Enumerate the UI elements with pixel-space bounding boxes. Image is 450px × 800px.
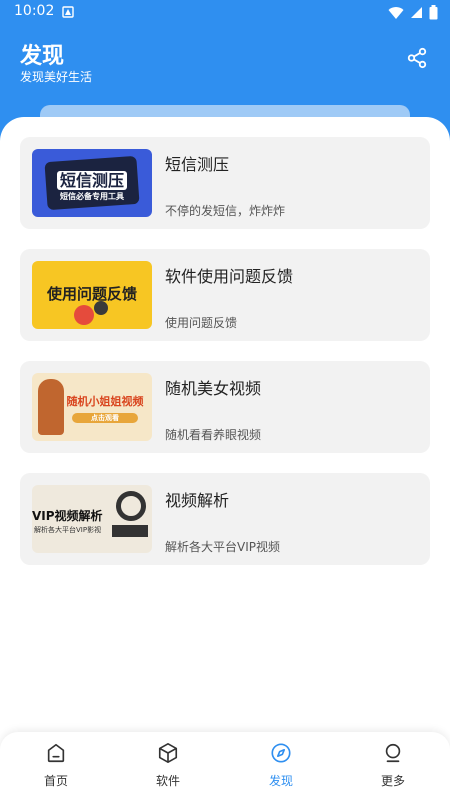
- nav-home[interactable]: 首页: [21, 742, 91, 789]
- nav-software[interactable]: 软件: [133, 742, 203, 789]
- random-video-thumb-title: 随机小姐姐视频: [66, 395, 144, 408]
- content-panel: 短信测压 短信必备专用工具 短信测压 不停的发短信，炸炸炸 使用问题反馈 软件使…: [0, 117, 450, 800]
- sms-thumb-sub: 短信必备专用工具: [60, 192, 124, 201]
- card-feedback[interactable]: 使用问题反馈 软件使用问题反馈 使用问题反馈: [20, 249, 430, 341]
- share-icon[interactable]: [406, 47, 428, 69]
- card-sms-test[interactable]: 短信测压 短信必备专用工具 短信测压 不停的发短信，炸炸炸: [20, 137, 430, 229]
- notification-icon: [62, 6, 74, 18]
- nav-software-label: 软件: [155, 774, 180, 788]
- status-bar: 10:02: [0, 0, 450, 24]
- page-subtitle: 发现美好生活: [20, 70, 93, 84]
- card-title: 软件使用问题反馈: [165, 267, 294, 286]
- card-desc: 使用问题反馈: [165, 316, 238, 330]
- nav-discover-label: 发现: [268, 774, 293, 788]
- nav-home-label: 首页: [43, 774, 68, 788]
- card-title: 视频解析: [165, 491, 230, 510]
- video-parse-thumb-title: VIP视频解析: [32, 509, 103, 523]
- wifi-icon: [388, 6, 404, 19]
- card-video-parse[interactable]: VIP视频解析 解析各大平台VIP影视 视频解析 解析各大平台VIP视频: [20, 473, 430, 565]
- card-title: 随机美女视频: [165, 379, 262, 398]
- battery-icon: [429, 5, 438, 20]
- sms-thumbnail: 短信测压 短信必备专用工具: [32, 149, 152, 217]
- nav-more-label: 更多: [380, 774, 405, 788]
- cellular-icon: [411, 7, 422, 18]
- page-title: 发现: [20, 44, 65, 69]
- card-desc: 解析各大平台VIP视频: [165, 540, 280, 554]
- more-icon: [385, 743, 401, 763]
- status-time: 10:02: [14, 3, 55, 19]
- card-desc: 不停的发短信，炸炸炸: [165, 204, 286, 218]
- compass-icon: [271, 743, 291, 763]
- cube-icon: [158, 743, 178, 763]
- sms-thumb-title: 短信测压: [56, 171, 127, 190]
- random-video-thumbnail: 随机小姐姐视频 点击观看: [32, 373, 152, 441]
- nav-more[interactable]: 更多: [358, 742, 428, 789]
- nav-discover[interactable]: 发现: [246, 742, 316, 789]
- card-desc: 随机看看养眼视频: [165, 428, 262, 442]
- card-random-video[interactable]: 随机小姐姐视频 点击观看 随机美女视频 随机看看养眼视频: [20, 361, 430, 453]
- bottom-nav: 首页 软件 发现 更多: [0, 732, 450, 800]
- feedback-thumb-title: 使用问题反馈: [46, 285, 137, 303]
- video-parse-thumbnail: VIP视频解析 解析各大平台VIP影视: [32, 485, 152, 553]
- feedback-thumbnail: 使用问题反馈: [32, 261, 152, 329]
- video-parse-thumb-sub: 解析各大平台VIP影视: [34, 526, 102, 534]
- card-title: 短信测压: [165, 155, 230, 174]
- home-icon: [47, 743, 65, 763]
- random-video-thumb-sub: 点击观看: [72, 413, 138, 423]
